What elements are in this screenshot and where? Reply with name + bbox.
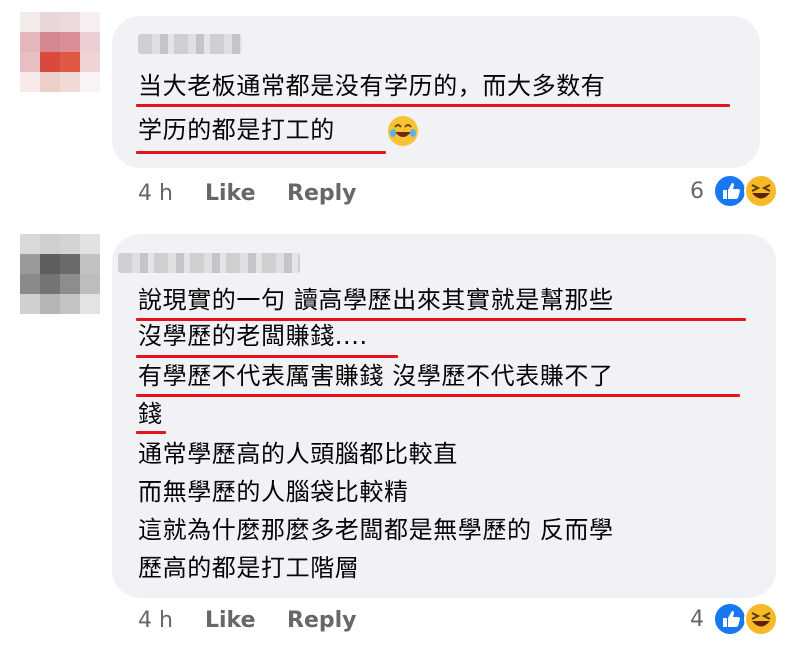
- laughing-emoji-icon: [388, 116, 418, 146]
- comment-text-line: 這就為什麼那麼多老闆都是無學歷的 反而學: [138, 516, 614, 544]
- reaction-count[interactable]: 4: [690, 607, 704, 633]
- highlight-underline: [136, 431, 166, 434]
- comment-text-line: 錢: [138, 400, 163, 428]
- comment-text-line: 学历的都是打工的: [138, 116, 335, 144]
- comment-text-line: 說現實的一句 讀高學歷出來其實就是幫那些: [138, 286, 614, 314]
- highlight-underline: [136, 355, 398, 358]
- haha-reaction-icon[interactable]: [744, 174, 778, 208]
- comment-text-line: 有學歷不代表厲害賺錢 沒學歷不代表賺不了: [138, 362, 614, 390]
- comment-text-line: 沒學歷的老闆賺錢....: [138, 322, 368, 350]
- highlight-underline: [136, 394, 740, 397]
- like-reaction-icon[interactable]: [713, 174, 747, 208]
- comment-timestamp[interactable]: 4 h: [138, 608, 173, 634]
- commenter-name[interactable]: [118, 253, 300, 273]
- commenter-name[interactable]: [138, 34, 242, 54]
- reaction-count[interactable]: 6: [690, 179, 704, 205]
- like-reaction-icon[interactable]: [713, 602, 747, 636]
- comment-text-line: 通常學歷高的人頭腦都比較直: [138, 440, 458, 468]
- reply-button[interactable]: Reply: [287, 181, 357, 207]
- commenter-avatar[interactable]: [20, 12, 100, 92]
- comment-text-line: 当大老板通常都是没有学历的，而大多数有: [138, 72, 606, 100]
- comment-text-line: 而無學歷的人腦袋比較精: [138, 478, 409, 506]
- comment-text-line: 歷高的都是打工階層: [138, 554, 360, 582]
- highlight-underline: [136, 104, 730, 107]
- like-button[interactable]: Like: [205, 181, 256, 207]
- like-button[interactable]: Like: [205, 608, 256, 634]
- commenter-avatar[interactable]: [20, 234, 100, 314]
- haha-reaction-icon[interactable]: [744, 602, 778, 636]
- highlight-underline: [136, 151, 386, 154]
- reply-button[interactable]: Reply: [287, 608, 357, 634]
- comment-timestamp[interactable]: 4 h: [138, 181, 173, 207]
